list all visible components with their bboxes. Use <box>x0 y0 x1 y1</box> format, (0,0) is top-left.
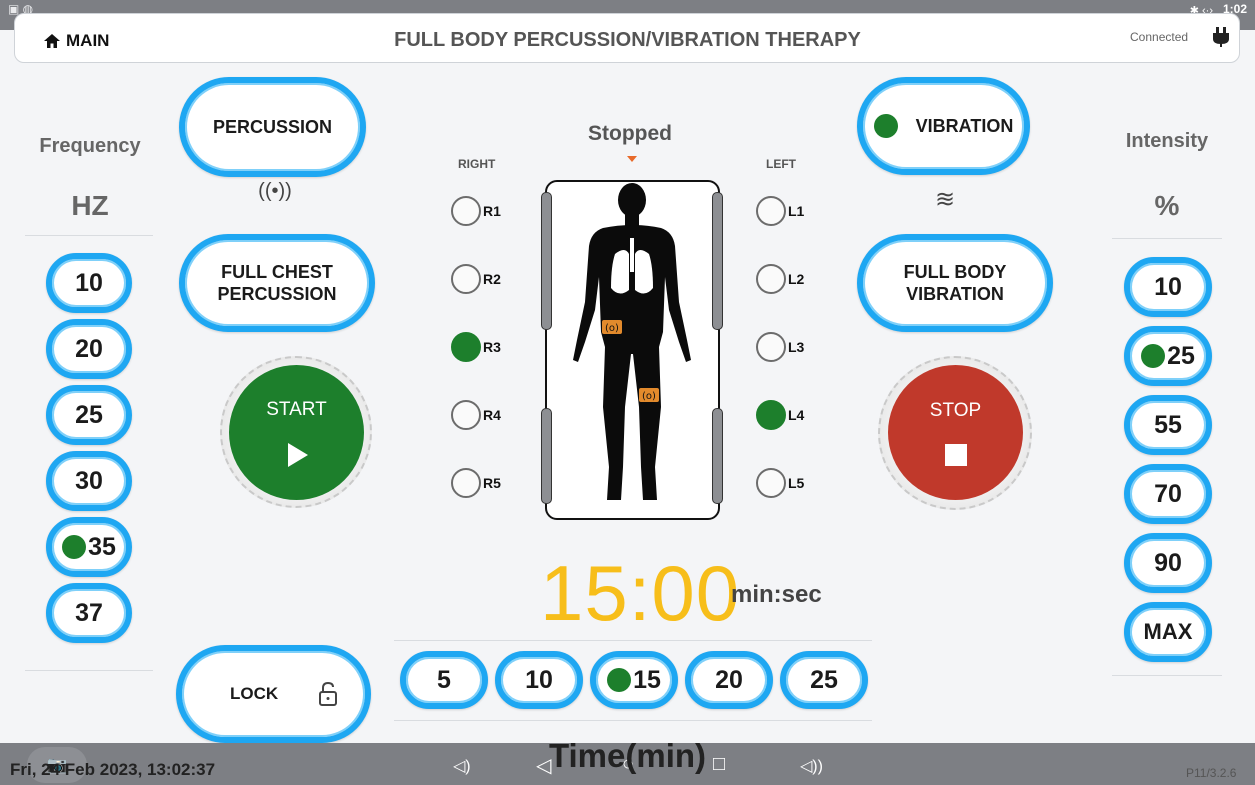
electrode-r5[interactable]: R5 <box>451 468 501 498</box>
rail-bottom-right <box>541 408 552 504</box>
plug-icon <box>1213 27 1229 47</box>
datetime: Fri, 24 Feb 2023, 13:02:37 <box>10 760 216 779</box>
frequency-option[interactable]: 37 <box>46 583 132 643</box>
electrode-l2[interactable]: L2 <box>756 264 804 294</box>
radio-circle <box>451 196 481 226</box>
stop-button[interactable]: STOP <box>888 365 1023 500</box>
electrode-l4[interactable]: L4 <box>756 400 804 430</box>
radio-circle <box>451 400 481 430</box>
divider <box>25 235 153 236</box>
rail-top-right <box>541 192 552 330</box>
time-option[interactable]: 10 <box>495 651 583 709</box>
page-title: FULL BODY PERCUSSION/VIBRATION THERAPY <box>394 29 861 51</box>
status-caret-icon <box>627 156 637 162</box>
time-option[interactable]: 25 <box>780 651 868 709</box>
unlock-icon <box>319 682 337 706</box>
timer-unit: min:sec <box>731 581 822 608</box>
electrode-r4[interactable]: R4 <box>451 400 501 430</box>
svg-text:(o): (o) <box>642 391 656 402</box>
stop-icon <box>944 443 967 466</box>
rail-top-left <box>712 192 723 330</box>
selected-indicator <box>62 535 87 559</box>
therapy-status: Stopped <box>588 122 672 145</box>
percussion-icon: ((•)) <box>258 180 292 202</box>
radio-circle <box>451 264 481 294</box>
intensity-unit: % <box>1154 190 1180 221</box>
frequency-title: Frequency <box>39 135 141 157</box>
l4-pad-icon: (o) <box>639 388 659 402</box>
play-icon <box>287 442 308 467</box>
selected-indicator <box>1141 344 1166 368</box>
radio-circle <box>451 468 481 498</box>
time-option[interactable]: 15 <box>590 651 678 709</box>
frequency-option[interactable]: 20 <box>46 319 132 379</box>
vibration-button[interactable]: VIBRATION <box>857 77 1030 175</box>
electrode-l3[interactable]: L3 <box>756 332 804 362</box>
intensity-option[interactable]: 25 <box>1124 326 1212 386</box>
intensity-title: Intensity <box>1125 130 1209 152</box>
percussion-button[interactable]: PERCUSSION <box>179 77 366 177</box>
intensity-option[interactable]: 70 <box>1124 464 1212 524</box>
selected-indicator <box>607 668 632 692</box>
time-option[interactable]: 20 <box>685 651 773 709</box>
radio-circle <box>756 332 786 362</box>
frequency-option[interactable]: 10 <box>46 253 132 313</box>
svg-text:(o): (o) <box>605 323 619 334</box>
left-side-label: LEFT <box>766 157 796 171</box>
r3-pad-icon: (o) <box>602 320 622 334</box>
frequency-unit: HZ <box>71 190 109 221</box>
frequency-option[interactable]: 35 <box>46 517 132 577</box>
intensity-option[interactable]: 90 <box>1124 533 1212 593</box>
lock-button[interactable]: LOCK <box>176 645 371 743</box>
intensity-option[interactable]: 10 <box>1124 257 1212 317</box>
intensity-option[interactable]: MAX <box>1124 602 1212 662</box>
rail-bottom-left <box>712 408 723 504</box>
radio-circle <box>756 196 786 226</box>
body-silhouette: (o) (o) <box>573 183 691 500</box>
divider <box>394 720 872 721</box>
full-chest-percussion-button[interactable]: FULL CHEST PERCUSSION <box>179 234 375 332</box>
intensity-option[interactable]: 55 <box>1124 395 1212 455</box>
electrode-r3[interactable]: R3 <box>451 332 501 362</box>
connection-status: Connected <box>1130 30 1189 44</box>
electrode-r1[interactable]: R1 <box>451 196 501 226</box>
selected-indicator <box>873 114 898 138</box>
divider <box>1112 238 1222 239</box>
version: P11/3.2.6 <box>1186 766 1237 780</box>
start-button[interactable]: START <box>229 365 364 500</box>
radio-circle <box>756 264 786 294</box>
radio-circle <box>756 400 786 430</box>
divider <box>394 640 872 641</box>
divider <box>25 670 153 671</box>
electrode-l1[interactable]: L1 <box>756 196 804 226</box>
vibration-icon: ≋ <box>934 186 956 213</box>
radio-circle <box>451 332 481 362</box>
electrode-r2[interactable]: R2 <box>451 264 501 294</box>
frequency-option[interactable]: 25 <box>46 385 132 445</box>
full-body-vibration-button[interactable]: FULL BODY VIBRATION <box>857 234 1053 332</box>
frequency-option[interactable]: 30 <box>46 451 132 511</box>
timer-display: 15:00 <box>540 549 741 637</box>
divider <box>1112 675 1222 676</box>
right-side-label: RIGHT <box>458 157 496 171</box>
radio-circle <box>756 468 786 498</box>
time-option[interactable]: 5 <box>400 651 488 709</box>
electrode-l5[interactable]: L5 <box>756 468 804 498</box>
